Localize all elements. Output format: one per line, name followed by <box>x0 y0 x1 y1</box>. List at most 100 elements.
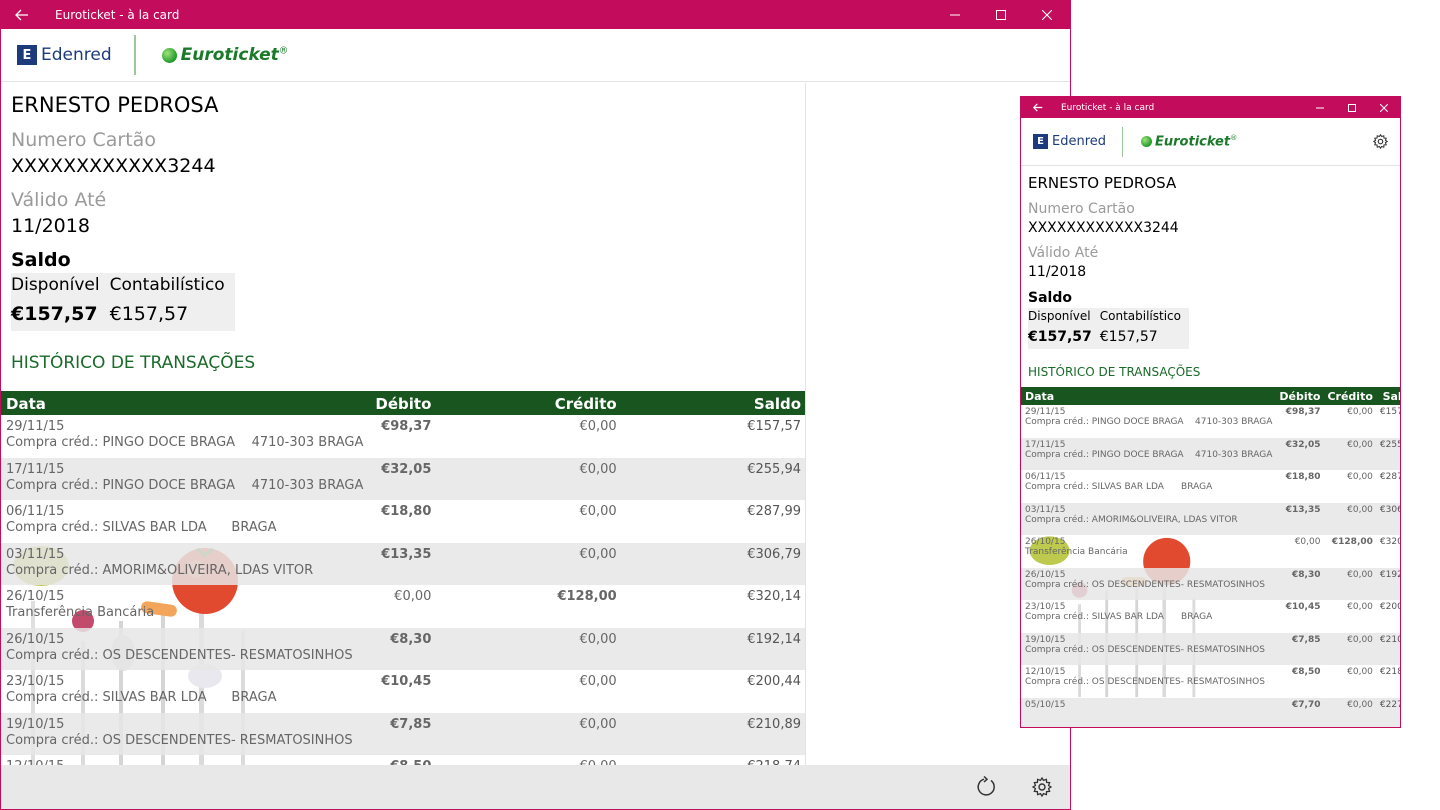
gear-icon <box>1372 133 1388 149</box>
card-number-label: Numero Cartão <box>11 129 156 151</box>
column-header-balance[interactable]: Saldo <box>1375 387 1400 405</box>
back-arrow-icon <box>15 9 28 21</box>
settings-button-small[interactable] <box>1370 131 1390 151</box>
column-header-date[interactable]: Data <box>1 391 371 415</box>
balance-title: Saldo <box>11 249 71 271</box>
transaction-debit: €0,00 <box>1294 537 1321 547</box>
transaction-date: 26/10/15 <box>1025 537 1066 547</box>
back-button-small[interactable] <box>1021 97 1055 118</box>
close-icon <box>1380 103 1388 112</box>
transaction-debit: €18,80 <box>1285 472 1321 482</box>
valid-until-label: Válido Até <box>1028 245 1099 261</box>
minimize-button-small[interactable] <box>1304 97 1336 118</box>
card-number-label: Numero Cartão <box>1028 201 1135 217</box>
maximize-icon <box>1348 103 1356 112</box>
transactions-area-small: Data Débito Crédito Saldo 29/11/15Compra… <box>1021 387 1400 727</box>
transaction-row[interactable]: 17/11/15 Compra créd.: PINGO DOCE BRAGA 4… <box>1021 437 1400 470</box>
transaction-row[interactable]: 26/10/15 Compra créd.: OS DESCENDENTES- R… <box>1021 567 1400 600</box>
transaction-debit: €13,35 <box>1275 502 1324 535</box>
close-button[interactable] <box>1024 1 1070 29</box>
transaction-credit: €0,00 <box>435 712 621 755</box>
transaction-date: 23/10/15 <box>6 674 65 689</box>
transaction-credit: €0,00 <box>1323 437 1376 470</box>
close-button-small[interactable] <box>1368 97 1400 118</box>
transaction-row[interactable]: 19/10/15 Compra créd.: OS DESCENDENTES- R… <box>1021 632 1400 665</box>
transaction-cell: 19/10/15 Compra créd.: OS DESCENDENTES- R… <box>1021 632 1276 665</box>
column-header-debit[interactable]: Débito <box>1275 387 1324 405</box>
transaction-row[interactable]: 03/11/15 Compra créd.: AMORIM&OLIVEIRA, L… <box>1 542 805 585</box>
brand-header: E Edenred Euroticket® <box>1 29 1070 82</box>
back-button[interactable] <box>1 1 43 29</box>
transaction-row[interactable]: 05/10/15 €7,70€0,00€227,24 <box>1021 697 1400 727</box>
transaction-row[interactable]: 03/11/15 Compra créd.: AMORIM&OLIVEIRA, L… <box>1021 502 1400 535</box>
transaction-row[interactable]: 23/10/15 Compra créd.: SILVAS BAR LDA BRA… <box>1021 600 1400 633</box>
title-bar-small: Euroticket - à la card <box>1021 97 1400 118</box>
column-header-debit[interactable]: Débito <box>370 391 436 415</box>
transaction-credit: €0,00 <box>1323 697 1376 727</box>
transaction-credit: €0,00 <box>435 627 621 670</box>
valid-until: 11/2018 <box>11 215 90 237</box>
transaction-row[interactable]: 29/11/15 Compra créd.: PINGO DOCE BRAGA 4… <box>1 415 805 458</box>
transaction-cell: 03/11/15 Compra créd.: AMORIM&OLIVEIRA, L… <box>1 542 371 585</box>
transaction-balance: €306,79 <box>620 542 805 585</box>
column-header-credit[interactable]: Crédito <box>435 391 621 415</box>
transaction-row[interactable]: 19/10/15 Compra créd.: OS DESCENDENTES- R… <box>1 712 805 755</box>
transaction-balance: €192,14 <box>1375 567 1400 600</box>
transaction-debit: €98,37 <box>381 419 432 434</box>
transaction-debit: €8,50 <box>1292 667 1321 677</box>
transaction-row[interactable]: 12/10/15Compra créd.: OS DESCENDENTES- R… <box>1021 665 1400 698</box>
column-header-credit[interactable]: Crédito <box>1323 387 1376 405</box>
transaction-row[interactable]: 26/10/15 Compra créd.: OS DESCENDENTES- R… <box>1 627 805 670</box>
transaction-row[interactable]: 06/11/15 Compra créd.: SILVAS BAR LDA BRA… <box>1 500 805 543</box>
transaction-date: 06/11/15 <box>6 504 65 519</box>
transaction-row[interactable]: 17/11/15 Compra créd.: PINGO DOCE BRAGA 4… <box>1 457 805 500</box>
minimize-button[interactable] <box>932 1 978 29</box>
transaction-row[interactable]: 23/10/15 Compra créd.: SILVAS BAR LDA BRA… <box>1 670 805 713</box>
maximize-button[interactable] <box>978 1 1024 29</box>
settings-button[interactable] <box>1014 765 1070 809</box>
history-title: HISTÓRICO DE TRANSAÇÕES <box>11 353 256 373</box>
transaction-row[interactable]: 26/10/15 Transferência Bancária €0,00 €128,… <box>1 585 805 628</box>
refresh-button[interactable] <box>958 765 1014 809</box>
transaction-debit: €18,80 <box>381 504 432 519</box>
transaction-credit: €0,00 <box>579 419 617 434</box>
edenred-logo-text: Edenred <box>1052 134 1107 149</box>
transaction-row[interactable]: 26/10/15 Transferência Bancária €0,00 €128,… <box>1021 535 1400 568</box>
transaction-credit: €0,00 <box>579 674 617 689</box>
transaction-debit: €7,85 <box>370 712 436 755</box>
transaction-description: Compra créd.: SILVAS BAR LDA BRAGA <box>1025 612 1213 622</box>
card-details-panel: ERNESTO PEDROSA Numero Cartão XXXXXXXXXX… <box>1 83 806 767</box>
transaction-cell: 29/11/15 Compra créd.: PINGO DOCE BRAGA 4… <box>1 415 370 458</box>
transaction-date: 12/10/15 <box>1025 667 1066 677</box>
transaction-date: 19/10/15 <box>6 716 65 732</box>
euroticket-logo-text: Euroticket <box>180 45 279 65</box>
transactions-list: 29/11/15 Compra créd.: PINGO DOCE BRAGA 4… <box>1 415 805 767</box>
secondary-window: Euroticket - à la card E Edenred Eurotic… <box>1020 96 1401 728</box>
transaction-date: 26/10/15 <box>1025 569 1066 580</box>
transaction-date: 19/10/15 <box>1025 634 1066 645</box>
available-label: Disponível <box>11 275 100 295</box>
transaction-credit: €0,00 <box>1323 632 1376 665</box>
transaction-debit: €8,30 <box>370 627 436 670</box>
maximize-icon <box>996 10 1006 20</box>
transaction-description: Compra créd.: PINGO DOCE BRAGA 4710-303 … <box>6 435 364 450</box>
transaction-date: 03/11/15 <box>1025 504 1066 515</box>
transaction-credit: €0,00 <box>1323 502 1376 535</box>
transaction-row[interactable]: 06/11/15 Compra créd.: SILVAS BAR LDA BRA… <box>1021 470 1400 503</box>
transaction-balance: €306,79 <box>1375 502 1400 535</box>
transaction-description: Compra créd.: AMORIM&OLIVEIRA, LDAS VITO… <box>6 562 314 578</box>
transaction-credit: €0,00 <box>579 504 617 519</box>
transaction-cell: 06/11/15 Compra créd.: SILVAS BAR LDA BRA… <box>1 500 370 543</box>
maximize-button-small[interactable] <box>1336 97 1368 118</box>
transaction-description: Compra créd.: PINGO DOCE BRAGA 4710-303 … <box>6 477 364 493</box>
table-header-row: Data Débito Crédito Saldo <box>1021 387 1400 405</box>
transaction-credit: €128,00 <box>557 589 617 604</box>
card-info-small: ERNESTO PEDROSA Numero Cartão XXXXXXXXXX… <box>1021 166 1400 353</box>
transaction-description: Compra créd.: SILVAS BAR LDA BRAGA <box>6 520 277 535</box>
column-header-date[interactable]: Data <box>1021 387 1276 405</box>
transaction-description: Compra créd.: AMORIM&OLIVEIRA, LDAS VITO… <box>1025 514 1238 525</box>
transaction-row[interactable]: 29/11/15 Compra créd.: PINGO DOCE BRAGA 4… <box>1021 405 1400 438</box>
transaction-date: 03/11/15 <box>6 546 65 562</box>
column-header-balance[interactable]: Saldo <box>620 391 805 415</box>
transaction-balance: €200,44 <box>747 674 801 689</box>
